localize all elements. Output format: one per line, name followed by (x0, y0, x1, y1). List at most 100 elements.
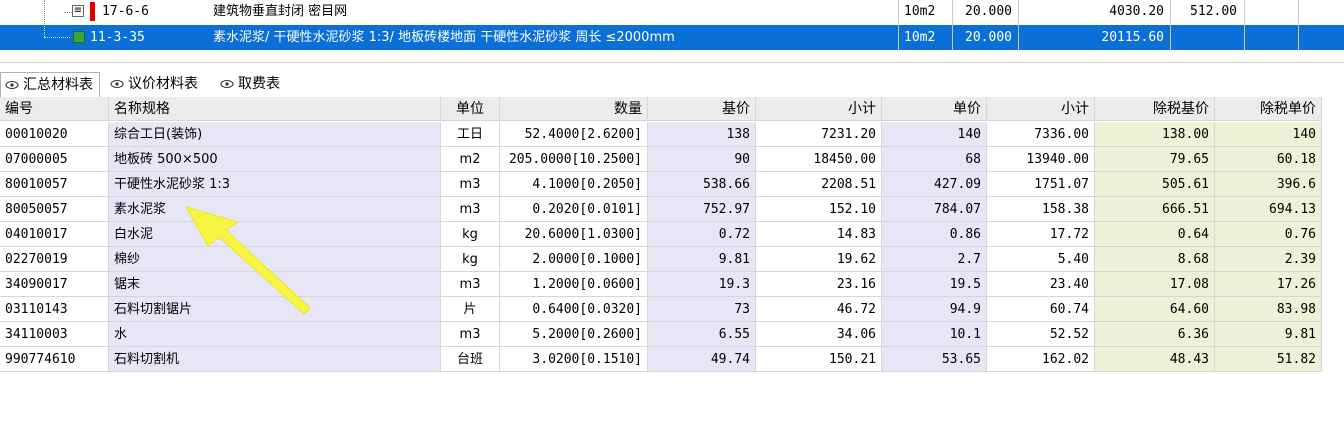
tab-label: 汇总材料表 (23, 77, 93, 93)
cell-tax-free-base-price: 48.43 (1095, 347, 1215, 372)
table-row[interactable]: 03110143 石料切割锯片片 0.6400[0.0320] 73 46.72 94.9… (0, 297, 1322, 322)
tab-bar: 汇总材料表 议价材料表 取费表 (0, 62, 1344, 98)
table-row[interactable]: 02270019 棉纱 kg 2.0000[0.1000] 9.81 19.62 2.7 5.… (0, 247, 1322, 272)
cell-unit: 台班 (441, 347, 500, 372)
cell-quantity: 5.2000[0.2600] (500, 322, 648, 347)
cell-unit: m2 (441, 147, 500, 172)
column-header-code[interactable]: 编号 (0, 97, 109, 121)
cell-tax-free-unit-price: 9.81 (1215, 322, 1322, 347)
cell-subtotal2: 5.40 (987, 247, 1095, 272)
cell-quantity: 205.0000[10.2500] (500, 147, 648, 172)
quota-code: 11-3-35 (90, 30, 145, 45)
table-row[interactable]: 07000005 地板砖 500×500 m2 205.0000[10.2500] 90… (0, 147, 1322, 172)
cell-unit: 片 (441, 297, 500, 322)
tab-summary-materials[interactable]: 汇总材料表 (0, 72, 100, 97)
cell-code: 03110143 (0, 297, 109, 322)
cell-subtotal2: 7336.00 (987, 122, 1095, 147)
column-header-tax-free-unit-price[interactable]: 除税单价 (1215, 97, 1322, 121)
cell-unit-price: 53.65 (882, 347, 987, 372)
cell-base-price: 19.3 (648, 272, 756, 297)
cell-subtotal2: 13940.00 (987, 147, 1095, 172)
cell-unit: m3 (441, 172, 500, 197)
tab-label: 取费表 (238, 76, 280, 92)
table-row[interactable]: 80010057 干硬性水泥砂浆 1:3 m3 4.1000[0.2050] 538.6… (0, 172, 1322, 197)
cell-code: 02270019 (0, 247, 109, 272)
column-header-base-price[interactable]: 基价 (648, 97, 756, 121)
cell-name: 白水泥 (109, 222, 441, 247)
quota-extra (1175, 25, 1237, 50)
table-row[interactable]: 80050057 素水泥浆 m3 0.2020[0.0101] 752.97 152.10… (0, 197, 1322, 222)
cell-subtotal: 7231.20 (756, 122, 882, 147)
cell-subtotal: 34.06 (756, 322, 882, 347)
cell-tax-free-unit-price: 0.76 (1215, 222, 1322, 247)
quota-row-selected[interactable]: 11-3-35 素水泥浆/ 干硬性水泥砂浆 1:3/ 地板砖楼地面 干硬性水泥砂… (0, 24, 1344, 50)
column-header-subtotal2[interactable]: 小计 (987, 97, 1095, 121)
table-row[interactable]: 990774610 石料切割机 台班 3.0200[0.1510] 49.74 150.2… (0, 347, 1322, 372)
quota-qty: 20.000 (965, 30, 1012, 45)
cell-subtotal: 150.21 (756, 347, 882, 372)
cell-unit-price: 2.7 (882, 247, 987, 272)
cell-quantity: 4.1000[0.2050] (500, 172, 648, 197)
quota-row[interactable]: ≡ 17-6-6 建筑物垂直封闭 密目网 10m2 20.000 4030.20… (0, 0, 1344, 24)
cell-unit-price: 140 (882, 122, 987, 147)
cell-subtotal2: 1751.07 (987, 172, 1095, 197)
cell-subtotal: 19.62 (756, 247, 882, 272)
cell-unit: 工日 (441, 122, 500, 147)
cell-subtotal: 46.72 (756, 297, 882, 322)
cell-tax-free-unit-price: 140 (1215, 122, 1322, 147)
column-header-name[interactable]: 名称规格 (109, 97, 441, 121)
cell-base-price: 0.72 (648, 222, 756, 247)
cell-code: 34090017 (0, 272, 109, 297)
cell-quantity: 1.2000[0.0600] (500, 272, 648, 297)
cell-subtotal: 152.10 (756, 197, 882, 222)
table-row[interactable]: 34090017 锯末 m3 1.2000[0.0600] 19.3 23.16 19.5 2… (0, 272, 1322, 297)
cell-code: 07000005 (0, 147, 109, 172)
cell-base-price: 49.74 (648, 347, 756, 372)
cell-code: 00010020 (0, 122, 109, 147)
quota-code: 17-6-6 (102, 4, 149, 19)
column-header-tax-free-base-price[interactable]: 除税基价 (1095, 97, 1215, 121)
cell-tax-free-base-price: 505.61 (1095, 172, 1215, 197)
cell-tax-free-base-price: 0.64 (1095, 222, 1215, 247)
cell-base-price: 538.66 (648, 172, 756, 197)
cell-name: 棉纱 (109, 247, 441, 272)
tab-eye-icon (110, 80, 124, 88)
cell-base-price: 9.81 (648, 247, 756, 272)
tab-eye-icon (220, 80, 234, 88)
cell-name: 地板砖 500×500 (109, 147, 441, 172)
column-header-subtotal[interactable]: 小计 (756, 97, 882, 121)
cell-name: 综合工日(装饰) (109, 122, 441, 147)
tab-fee-table[interactable]: 取费表 (216, 72, 286, 97)
tree-collapse-icon[interactable]: ≡ (72, 5, 84, 17)
cell-name: 锯末 (109, 272, 441, 297)
cell-name: 水 (109, 322, 441, 347)
cell-name: 石料切割锯片 (109, 297, 441, 322)
cell-tax-free-base-price: 17.08 (1095, 272, 1215, 297)
cell-tax-free-base-price: 138.00 (1095, 122, 1215, 147)
cell-code: 990774610 (0, 347, 109, 372)
cell-unit: m3 (441, 322, 500, 347)
cell-subtotal2: 158.38 (987, 197, 1095, 222)
table-row[interactable]: 34110003 水 m3 5.2000[0.2600] 6.55 34.06 10.1 52… (0, 322, 1322, 347)
cell-unit-price: 94.9 (882, 297, 987, 322)
cell-quantity: 0.6400[0.0320] (500, 297, 648, 322)
cell-unit-price: 0.86 (882, 222, 987, 247)
cell-code: 80050057 (0, 197, 109, 222)
column-header-unit-price[interactable]: 单价 (882, 97, 987, 121)
cell-name: 石料切割机 (109, 347, 441, 372)
quota-name: 建筑物垂直封闭 密目网 (213, 4, 348, 19)
table-row[interactable]: 00010020 综合工日(装饰) 工日 52.4000[2.6200] 138 7231… (0, 122, 1322, 147)
column-header-unit[interactable]: 单位 (441, 97, 500, 121)
red-flag-icon (90, 2, 95, 21)
cell-subtotal: 23.16 (756, 272, 882, 297)
table-row[interactable]: 04010017 白水泥 kg 20.6000[1.0300] 0.72 14.83 0.8… (0, 222, 1322, 247)
cell-unit: kg (441, 247, 500, 272)
cell-quantity: 2.0000[0.1000] (500, 247, 648, 272)
column-header-quantity[interactable]: 数量 (500, 97, 648, 121)
tab-negotiated-materials[interactable]: 议价材料表 (106, 72, 204, 97)
cell-subtotal2: 17.72 (987, 222, 1095, 247)
cell-quantity: 52.4000[2.6200] (500, 122, 648, 147)
quota-extra: 512.00 (1190, 4, 1237, 19)
cell-tax-free-unit-price: 2.39 (1215, 247, 1322, 272)
cell-tax-free-unit-price: 60.18 (1215, 147, 1322, 172)
